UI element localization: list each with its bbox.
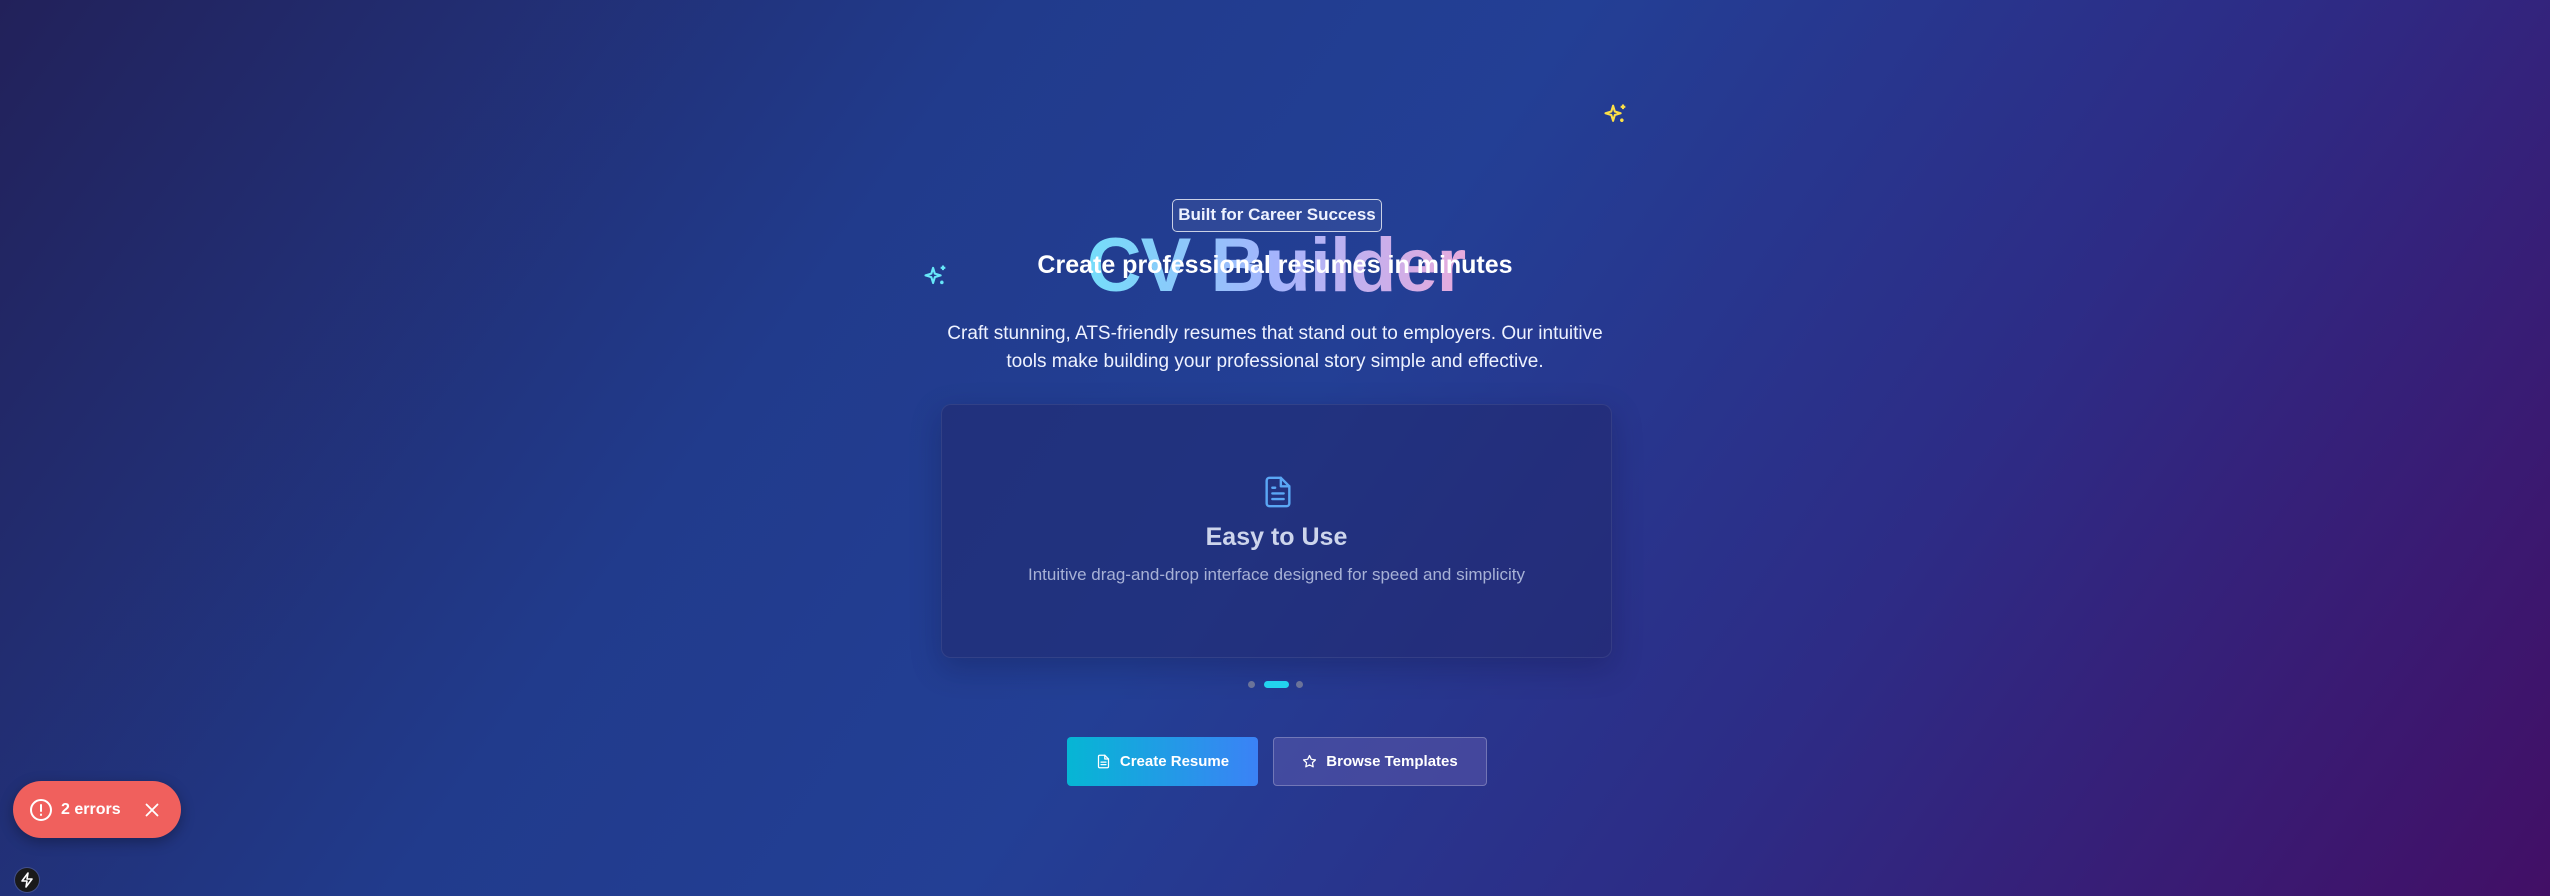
page-subtitle: Create professional resumes in minutes [1037,251,1513,279]
hero-section: CV Builder Pro Built for Career Success … [0,0,2550,896]
create-resume-label: Create Resume [1119,753,1230,770]
alert-circle-icon [30,799,52,821]
carousel-dot[interactable] [1248,681,1255,688]
close-icon[interactable] [141,799,163,821]
error-count-label: 2 errors [61,801,121,818]
carousel-dot[interactable] [1296,681,1303,688]
document-icon [1097,754,1110,769]
feature-card-text: Intuitive drag-and-drop interface design… [1027,565,1526,584]
error-toast[interactable]: 2 errors [13,781,181,838]
browse-templates-button[interactable]: Browse Templates [1273,737,1487,786]
create-resume-button[interactable]: Create Resume [1067,737,1258,786]
tagline-badge: Built for Career Success [1172,199,1382,232]
star-icon [1303,754,1317,768]
document-icon [1265,476,1291,508]
feature-card-title: Easy to Use [1205,523,1348,551]
dev-tools-button[interactable] [15,868,39,892]
feature-card: Easy to Use Intuitive drag-and-drop inte… [941,404,1612,658]
carousel-dot-active[interactable] [1264,681,1289,688]
browse-templates-label: Browse Templates [1326,753,1458,770]
lightning-icon [21,872,33,888]
title-wrapper: CV Builder Pro [1036,108,1516,408]
hero-description: Craft stunning, ATS-friendly resumes tha… [947,323,1603,372]
sparkles-icon [1604,104,1626,122]
